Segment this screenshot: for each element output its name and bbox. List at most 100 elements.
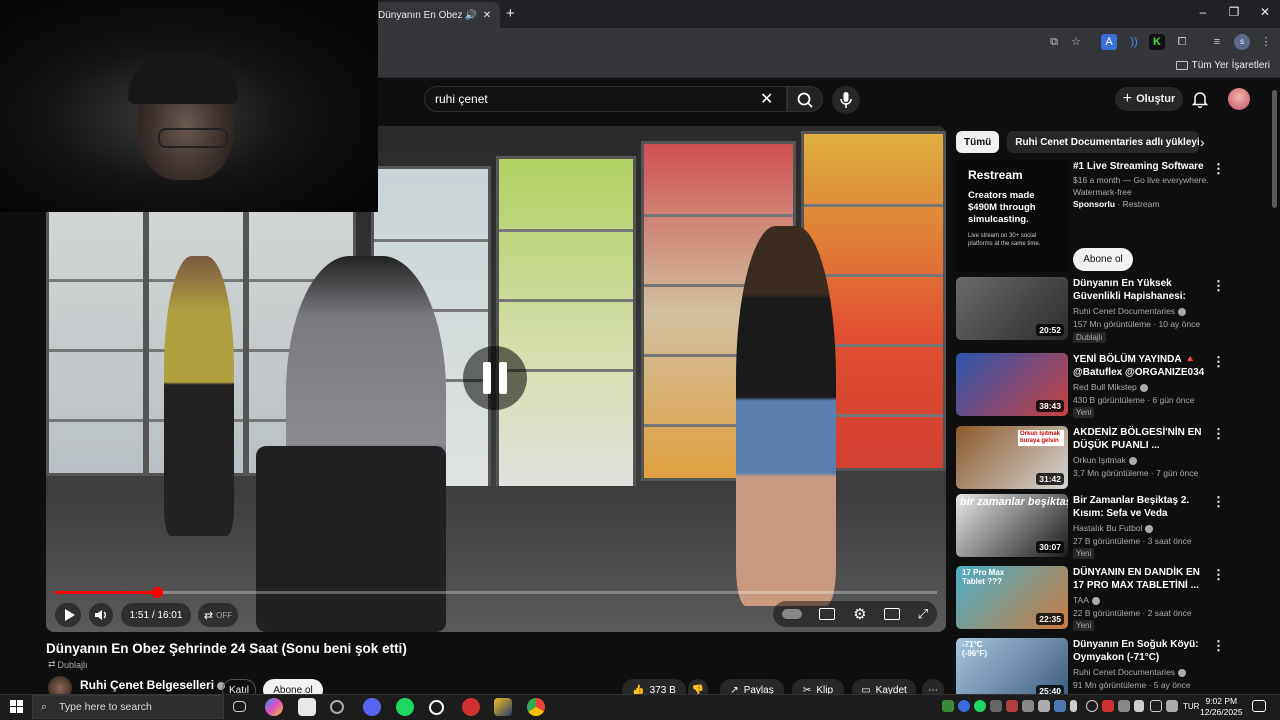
riot-client-icon[interactable]: [462, 698, 480, 716]
media-control-icon[interactable]: ≡: [1209, 34, 1225, 50]
subtitles-icon[interactable]: [819, 608, 836, 620]
video-progress-bar[interactable]: [55, 587, 937, 598]
tray-app-icon[interactable]: [1006, 700, 1018, 712]
more-options-icon[interactable]: ⋮: [1212, 162, 1225, 175]
dubbed-label: Dublajlı: [57, 659, 88, 670]
all-bookmarks-button[interactable]: Tüm Yer İşaretleri: [1175, 60, 1270, 71]
browser-tab-active[interactable]: Dünyanın En Obez Şehrinde 🔊 ✕: [372, 2, 500, 28]
bookmark-star-icon[interactable]: ☆: [1068, 34, 1084, 50]
install-app-icon[interactable]: ⧉: [1046, 34, 1062, 50]
fullscreen-icon[interactable]: ⤢: [918, 606, 928, 622]
extensions-puzzle-icon[interactable]: ⧠: [1174, 34, 1190, 50]
tray-record-icon[interactable]: [1102, 700, 1114, 712]
extension-audio-icon[interactable]: )): [1126, 34, 1142, 50]
spotify-icon[interactable]: [396, 698, 414, 716]
copilot-icon[interactable]: [265, 698, 283, 716]
ad-thumbnail[interactable]: Restream Creators made $490M through sim…: [956, 160, 1068, 272]
notification-center-icon[interactable]: [1252, 700, 1266, 712]
volume-button[interactable]: [89, 603, 113, 627]
close-tab-icon[interactable]: ✕: [480, 10, 494, 21]
tray-app-icon[interactable]: [990, 700, 1002, 712]
tray-app-icon[interactable]: [1166, 700, 1178, 712]
recommended-video[interactable]: 17 Pro Max Tablet ??? 22:35 DÜNYANIN EN …: [956, 566, 1224, 632]
tray-app-icon[interactable]: [1038, 700, 1050, 712]
recommended-video[interactable]: 38:43 YENİ BÖLÜM YAYINDA 🔺 @Batuflex @OR…: [956, 353, 1224, 419]
more-options-icon[interactable]: ⋮: [1212, 279, 1225, 292]
recommended-video[interactable]: Orkun Işıtmak buraya gelsin 31:42 AKDENİ…: [956, 426, 1224, 492]
translate-extension-icon[interactable]: A: [1101, 34, 1117, 50]
minimize-button[interactable]: –: [1190, 5, 1216, 19]
scrubber-handle[interactable]: [151, 587, 163, 598]
tray-steam-icon[interactable]: [1054, 700, 1066, 712]
recommended-video[interactable]: 20:52 Dünyanın En Yüksek Güvenlikli Hapi…: [956, 277, 1224, 343]
network-icon[interactable]: [1150, 700, 1162, 712]
video-thumbnail[interactable]: 17 Pro Max Tablet ??? 22:35: [956, 566, 1068, 629]
obs-icon[interactable]: [330, 700, 344, 714]
task-view-icon[interactable]: [233, 701, 246, 712]
ad-subscribe-button[interactable]: Abone ol: [1073, 248, 1133, 271]
extension-k-icon[interactable]: K: [1149, 34, 1165, 50]
voice-search-button[interactable]: [832, 86, 860, 114]
video-thumbnail[interactable]: Orkun Işıtmak buraya gelsin 31:42: [956, 426, 1068, 489]
play-button[interactable]: [55, 603, 81, 627]
folder-app-icon[interactable]: [494, 698, 512, 716]
more-options-icon[interactable]: ⋮: [1212, 639, 1225, 652]
speaker-icon[interactable]: 🔊: [464, 10, 478, 21]
page-scrollbar[interactable]: [1272, 90, 1277, 208]
notifications-bell-icon[interactable]: [1191, 90, 1209, 108]
miniplayer-icon[interactable]: [884, 608, 901, 620]
clear-search-icon[interactable]: ✕: [760, 89, 773, 109]
tray-app-icon[interactable]: [1022, 700, 1034, 712]
video-title[interactable]: Dünyanın En Yüksek Güvenlikli Hapishanes…: [1073, 277, 1211, 303]
bluetooth-icon[interactable]: [958, 700, 970, 712]
more-options-icon[interactable]: ⋮: [1212, 495, 1225, 508]
pause-indicator-icon[interactable]: [463, 346, 527, 410]
taskbar-search-input[interactable]: ⌕ Type here to search: [32, 695, 224, 719]
steam-icon[interactable]: [429, 700, 444, 715]
chip-all[interactable]: Tümü: [956, 131, 1000, 153]
more-options-icon[interactable]: ⋮: [1212, 427, 1225, 440]
channel-name[interactable]: Ruhi Çenet Belgeselleri: [80, 678, 226, 692]
chrome-menu-icon[interactable]: ⋮: [1258, 34, 1274, 50]
account-avatar[interactable]: [1228, 88, 1250, 110]
windows-start-icon[interactable]: [10, 700, 24, 714]
duration-badge: 31:42: [1036, 473, 1064, 485]
video-title[interactable]: Bir Zamanlar Beşiktaş 2. Kısım: Sefa ve …: [1073, 494, 1211, 520]
video-title[interactable]: DÜNYANIN EN DANDİK EN 17 PRO MAX TABLETİ…: [1073, 566, 1211, 592]
video-thumbnail[interactable]: 20:52: [956, 277, 1068, 340]
new-tab-button[interactable]: +: [506, 5, 515, 22]
autoplay-toggle-icon[interactable]: [781, 609, 802, 619]
video-title[interactable]: AKDENİZ BÖLGESİ'NİN EN DÜŞÜK PUANLI ...: [1073, 426, 1211, 452]
microsoft-store-icon[interactable]: [298, 698, 316, 716]
system-clock[interactable]: 9:02 PM 12/26/2025: [1200, 696, 1243, 718]
search-input[interactable]: ruhi çenet: [424, 86, 787, 112]
search-button[interactable]: [787, 86, 823, 112]
recommended-video[interactable]: bir zamanlar beşiktaş 30:07 Bir Zamanlar…: [956, 494, 1224, 560]
video-title[interactable]: YENİ BÖLÜM YAYINDA 🔺 @Batuflex @ORGANIZE…: [1073, 353, 1211, 379]
tray-spotify-icon[interactable]: [974, 700, 986, 712]
create-button[interactable]: + Oluştur: [1115, 87, 1183, 111]
more-options-icon[interactable]: ⋮: [1212, 355, 1225, 368]
video-thumbnail[interactable]: 38:43: [956, 353, 1068, 416]
microphone-tray-icon[interactable]: [1070, 700, 1077, 712]
more-options-icon[interactable]: ⋮: [1212, 568, 1225, 581]
close-window-button[interactable]: ✕: [1252, 5, 1278, 19]
tray-app-icon[interactable]: [1118, 700, 1130, 712]
verified-icon: [1139, 383, 1148, 392]
tray-app-icon[interactable]: [1086, 700, 1098, 712]
ad-title[interactable]: #1 Live Streaming Software: [1073, 161, 1204, 172]
chevron-right-icon[interactable]: ›: [1200, 134, 1205, 150]
video-thumbnail[interactable]: -71°C (-96°F) 25:40: [956, 638, 1068, 701]
speaker-tray-icon[interactable]: [1134, 700, 1144, 712]
auto-dub-toggle[interactable]: ⇄ OFF: [198, 603, 238, 627]
discord-icon[interactable]: [363, 698, 381, 716]
settings-gear-icon[interactable]: ⚙: [853, 605, 866, 623]
chrome-icon[interactable]: [527, 698, 545, 716]
restore-button[interactable]: ❐: [1221, 5, 1247, 19]
chip-from-uploader[interactable]: Ruhi Cenet Documentaries adlı yükleyicid…: [1007, 131, 1200, 153]
video-thumbnail[interactable]: bir zamanlar beşiktaş 30:07: [956, 494, 1068, 557]
video-title[interactable]: Dünyanın En Soğuk Köyü: Oymyakon (-71°C): [1073, 638, 1211, 664]
profile-avatar-icon[interactable]: s: [1234, 34, 1250, 50]
input-language[interactable]: TUR: [1183, 702, 1199, 711]
tray-app-icon[interactable]: [942, 700, 954, 712]
